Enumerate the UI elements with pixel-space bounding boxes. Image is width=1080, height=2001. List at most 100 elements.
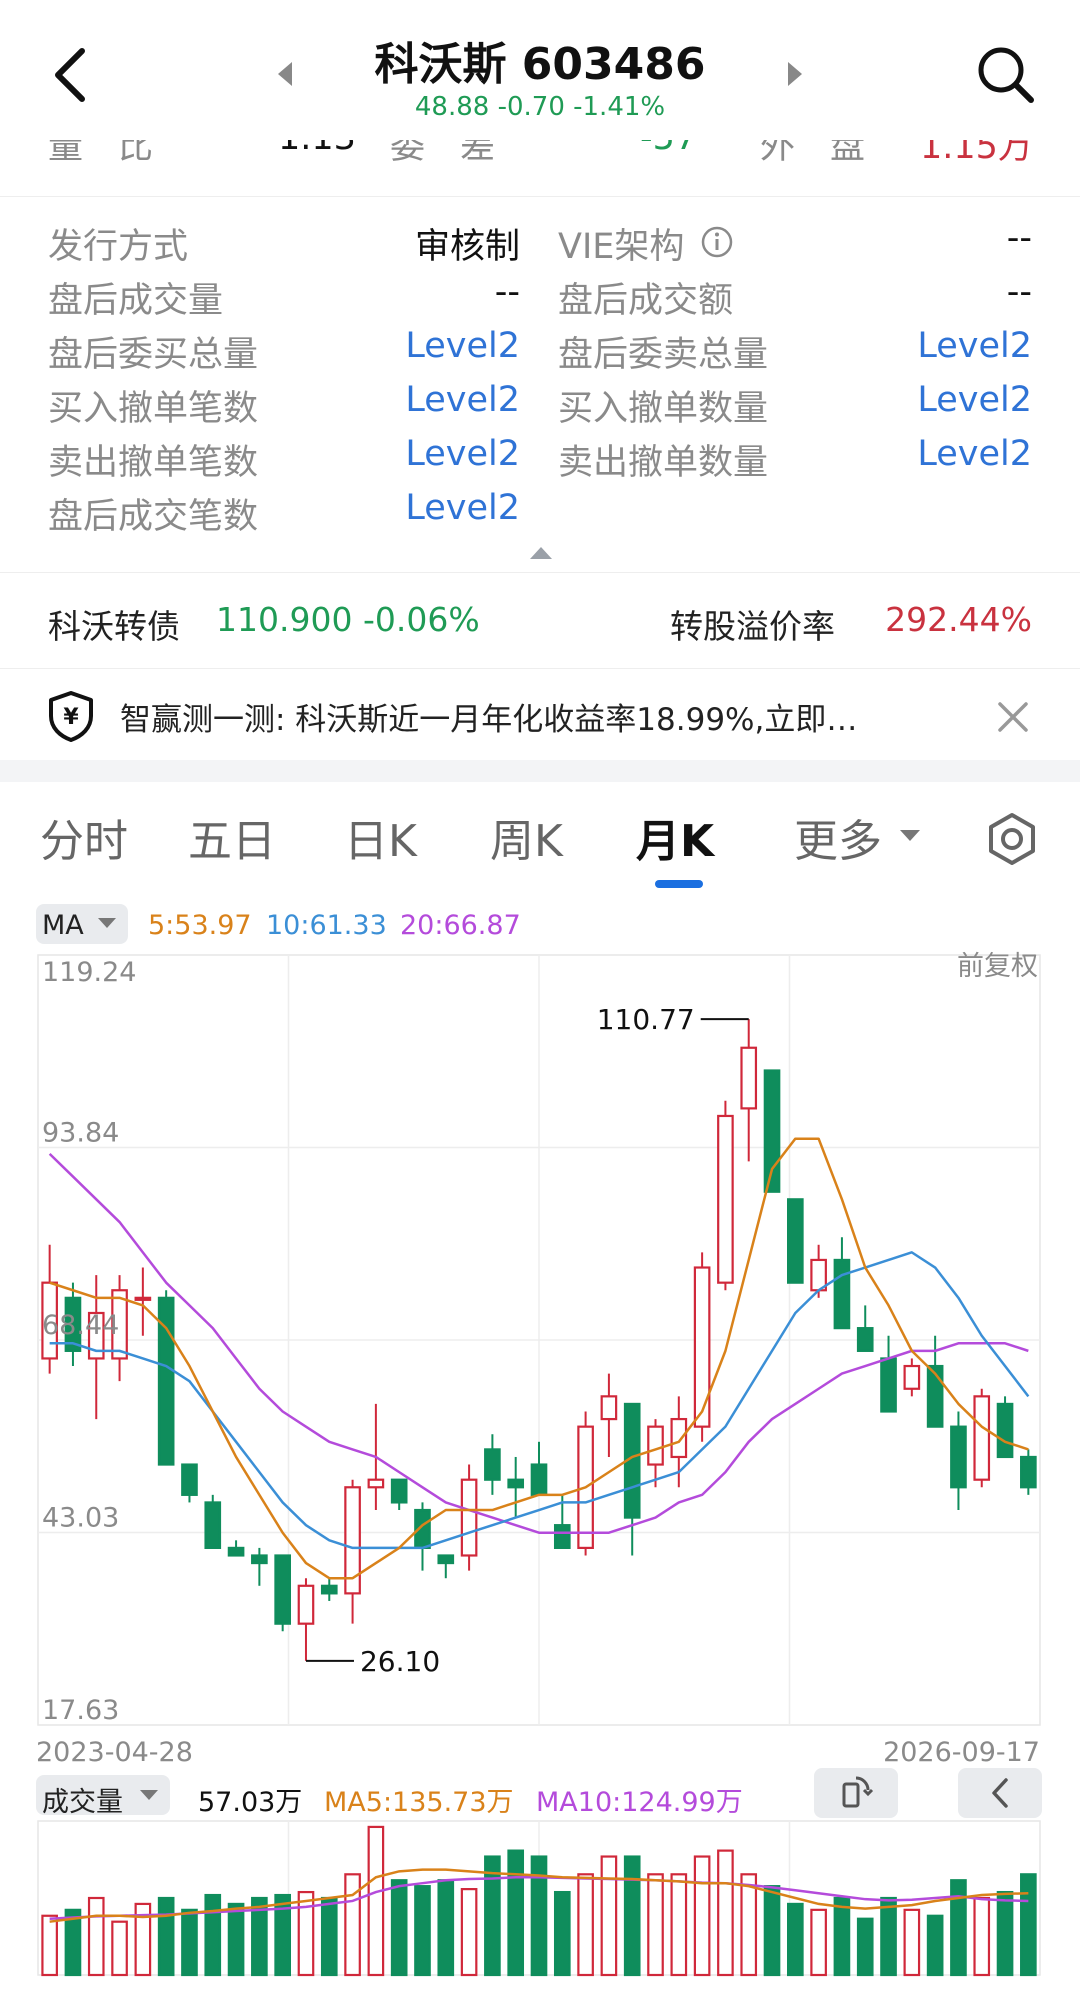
tab-five-day[interactable]: 五日 (188, 805, 276, 869)
close-icon[interactable] (996, 700, 1030, 734)
indicator-label: MA (42, 910, 84, 941)
volume-bar (204, 1893, 222, 1977)
label-sell-cancel-count: 卖出撤单笔数 (48, 443, 259, 483)
candle-down (880, 1357, 897, 1413)
volume-bar (810, 1908, 827, 1977)
candle-up (693, 1266, 711, 1428)
tab-monthly-k[interactable]: 月K (636, 805, 714, 869)
volume-ma10: MA10:124.99万 (536, 1787, 743, 1818)
label-after-hours-ask: 盘后委卖总量 (558, 335, 769, 375)
candle-down (227, 1546, 245, 1557)
candle-up (367, 1478, 385, 1489)
y-tick-label: 119.24 (42, 957, 136, 988)
volume-bar (390, 1879, 408, 1977)
candle-down (996, 1402, 1014, 1459)
settings-icon[interactable] (985, 812, 1039, 866)
divider (0, 572, 1080, 573)
volume-value: 57.03万 (198, 1787, 303, 1818)
premium-label: 转股溢价率 (670, 607, 835, 646)
value-sell-cancel-count[interactable]: Level2 (405, 434, 520, 474)
value-vie: -- (1006, 218, 1032, 258)
tab-daily-k[interactable]: 日K (344, 805, 417, 869)
value-after-hours-trades[interactable]: Level2 (405, 488, 520, 528)
candle-down (484, 1448, 501, 1481)
svg-text:¥: ¥ (63, 705, 79, 730)
next-stock-icon[interactable] (788, 62, 802, 86)
candle-down (320, 1584, 338, 1595)
end-date: 2026-09-17 (883, 1737, 1040, 1768)
tab-weekly-k[interactable]: 周K (490, 805, 563, 869)
tab-intraday[interactable]: 分时 (40, 805, 128, 869)
candle-down (181, 1463, 198, 1496)
candle-up (134, 1296, 152, 1301)
volume-bar (577, 1873, 594, 1977)
volume-bar (414, 1885, 431, 1977)
value-buy-cancel-qty[interactable]: Level2 (917, 380, 1032, 420)
candle-up (670, 1417, 688, 1459)
chevron-left-icon (992, 1778, 1008, 1808)
bond-price-change: 110.900 -0.06% (216, 600, 480, 639)
start-date: 2023-04-28 (36, 1737, 193, 1768)
collapse-panel-button[interactable] (958, 1768, 1042, 1818)
tab-more[interactable]: 更多 (794, 805, 882, 869)
value-after-hours-bid[interactable]: Level2 (405, 326, 520, 366)
bond-name: 科沃转债 (48, 607, 180, 646)
volume-ma5: MA5:135.73万 (324, 1787, 514, 1818)
volume-bar (693, 1855, 711, 1977)
volume-bar (111, 1920, 128, 1977)
volume-bar (87, 1896, 105, 1977)
partial-label-3: 外 盘 (760, 140, 866, 167)
volume-bar (926, 1914, 944, 1977)
partial-value-1: 1.13 (278, 140, 356, 158)
volume-bar (41, 1914, 58, 1977)
collapse-arrow-icon[interactable] (530, 547, 552, 559)
volume-bar (787, 1902, 804, 1977)
page-title: 科沃斯 603486 (374, 39, 706, 90)
volume-bar (880, 1896, 897, 1977)
candle-down (787, 1198, 804, 1284)
search-icon[interactable] (975, 44, 1037, 106)
adjust-mode-label[interactable]: 前复权 (957, 951, 1038, 982)
volume-chart[interactable] (0, 1815, 1080, 1995)
volume-bar (553, 1890, 571, 1977)
volume-label: 成交量 (42, 1787, 123, 1818)
label-issue-method: 发行方式 (48, 227, 189, 267)
value-buy-cancel-count[interactable]: Level2 (405, 380, 520, 420)
ma5-value: 5:53.97 (148, 910, 252, 941)
volume-bar (367, 1825, 385, 1977)
y-tick-label: 93.84 (42, 1117, 119, 1148)
candle-down (274, 1554, 291, 1625)
partial-stats-row: 量 比 1.13 委 差 -57 外 盘 1.15万 (0, 140, 1080, 188)
label-buy-cancel-qty: 买入撤单数量 (558, 389, 769, 429)
quote-summary: 48.88 -0.70 -1.41% (414, 92, 666, 122)
ma10-value: 10:61.33 (266, 910, 387, 941)
volume-bar (320, 1896, 338, 1977)
candle-down (950, 1425, 967, 1489)
promo-banner-text[interactable]: 智赢测一测: 科沃斯近一月年化收益率18.99%,立即… (120, 694, 950, 739)
chevron-down-icon[interactable] (140, 1790, 158, 1800)
value-sell-cancel-qty[interactable]: Level2 (917, 434, 1032, 474)
volume-bar (1020, 1873, 1037, 1977)
volume-bar (227, 1902, 245, 1977)
volume-bar (297, 1890, 315, 1977)
value-issue-method: 审核制 (414, 227, 520, 267)
value-after-hours-ask[interactable]: Level2 (917, 326, 1032, 366)
candle-down (1020, 1455, 1037, 1489)
candle-up (460, 1478, 478, 1557)
label-vie: VIE架构 (558, 227, 685, 267)
label-after-hours-trades: 盘后成交笔数 (48, 497, 259, 537)
divider (0, 196, 1080, 197)
premium-value: 292.44% (885, 600, 1032, 639)
volume-bar (670, 1873, 688, 1977)
candlestick-chart[interactable]: 119.24 93.84 68.44 43.03 17.63 前复权 110.77 26… (0, 945, 1080, 1735)
chevron-down-icon[interactable] (98, 918, 116, 928)
chart-landscape-button[interactable] (814, 1768, 898, 1818)
max-price-label: 110.77 (597, 1003, 695, 1036)
chevron-down-icon[interactable] (900, 830, 920, 841)
info-icon[interactable] (700, 225, 734, 259)
candle-down (833, 1258, 851, 1330)
volume-bar (763, 1885, 781, 1977)
partial-value-3: 1.15万 (920, 140, 1033, 167)
volume-bar (344, 1873, 361, 1977)
candle-up (297, 1584, 315, 1625)
